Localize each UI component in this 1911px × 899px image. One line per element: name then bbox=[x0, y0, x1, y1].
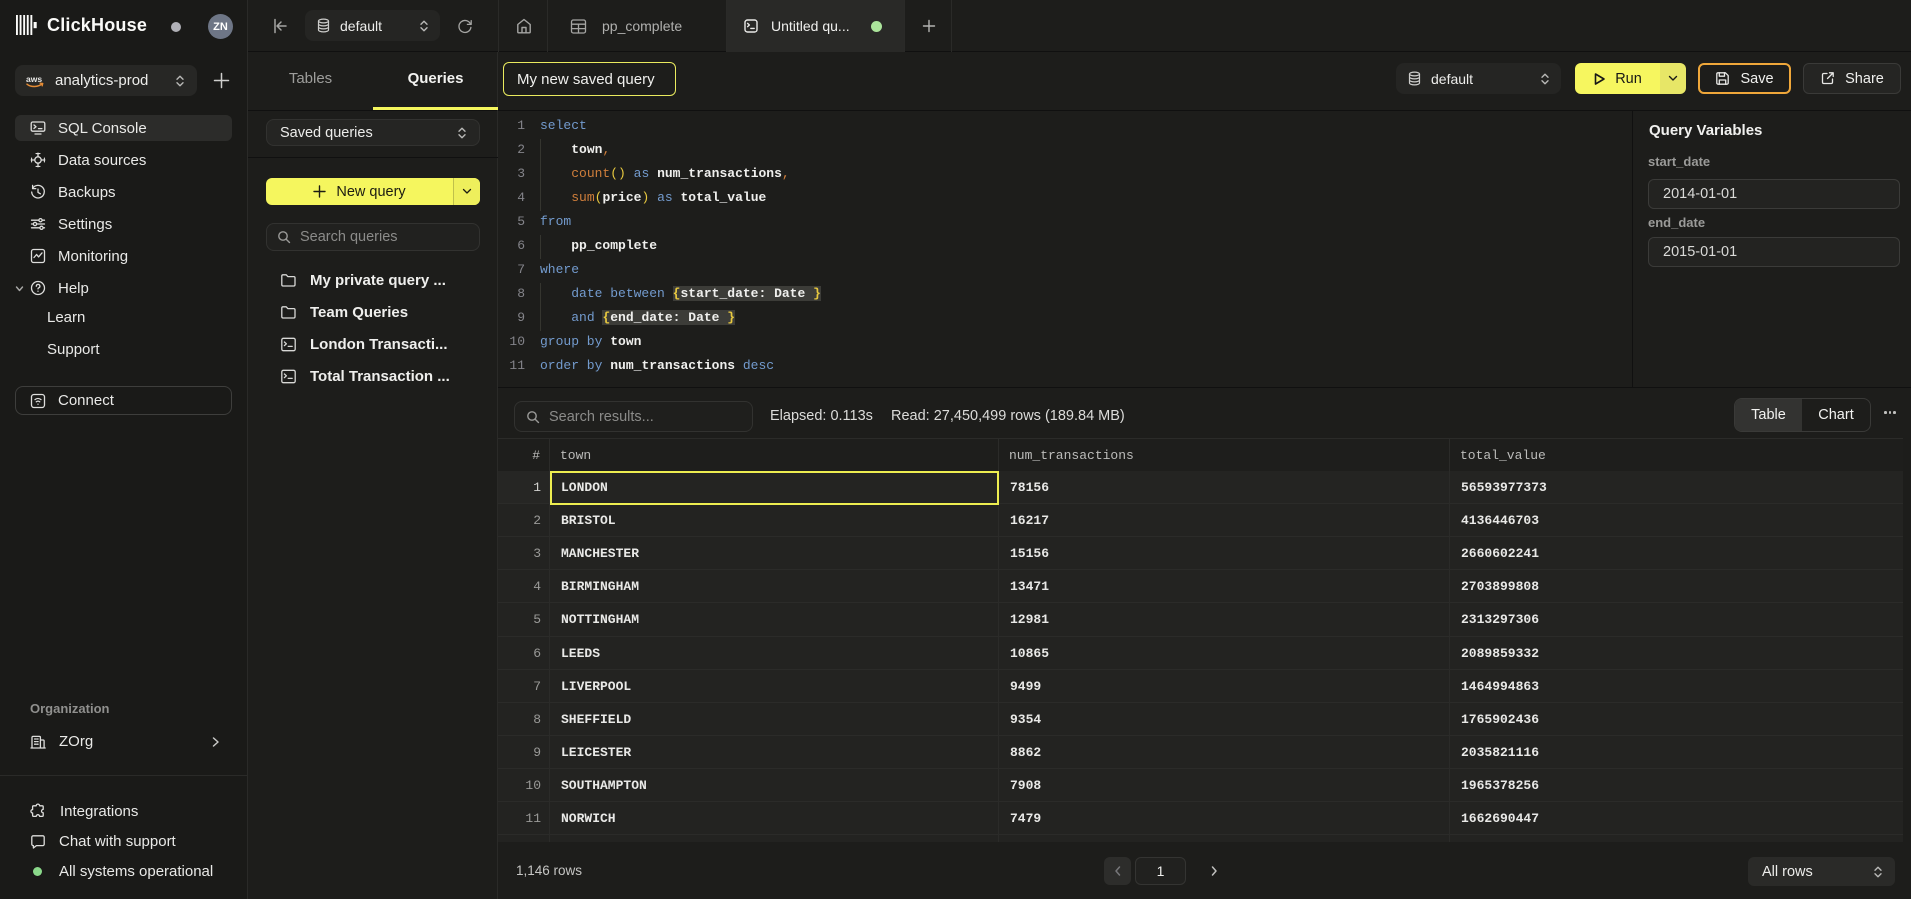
svg-text:aws: aws bbox=[26, 74, 42, 84]
